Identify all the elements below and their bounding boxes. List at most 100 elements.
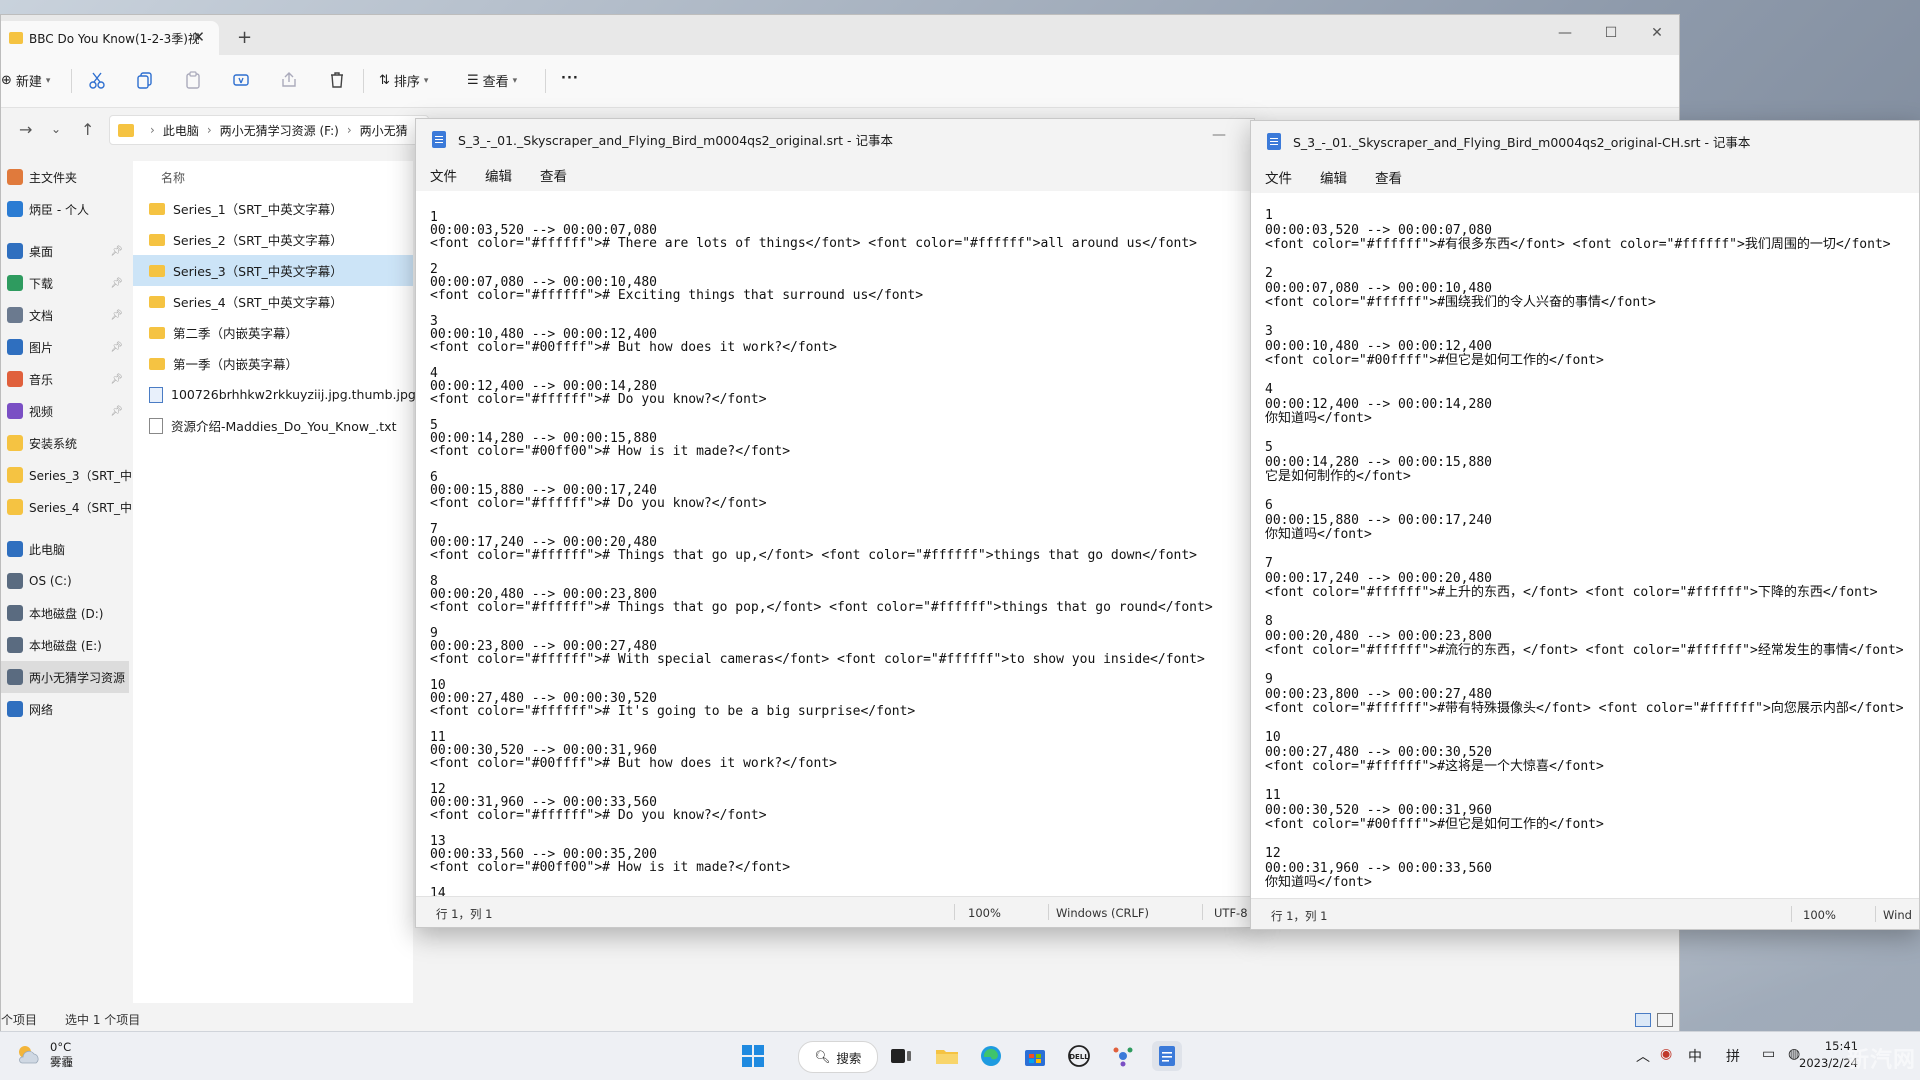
sort-label: 排序 <box>393 75 420 90</box>
encoding: UTF-8 <box>1214 906 1248 920</box>
videos-icon <box>7 403 23 419</box>
new-tab-icon[interactable]: + <box>237 27 252 48</box>
dell-taskbar-button[interactable]: DELL <box>1064 1041 1094 1071</box>
nav-item[interactable]: 此电脑 <box>1 533 129 565</box>
sort-button[interactable]: ⇅ 排序 ▾ <box>379 71 428 90</box>
store-icon <box>1025 1050 1045 1066</box>
minimize-button[interactable]: — <box>1553 25 1577 41</box>
nav-item[interactable]: 文档 📌︎ <box>1 299 129 331</box>
more-options-button[interactable]: ··· <box>561 71 579 86</box>
nav-item[interactable]: Series_4（SRT_中 <box>1 491 132 523</box>
breadcrumb-chevron-icon: › <box>206 123 212 137</box>
menu-view[interactable]: 查看 <box>540 165 567 185</box>
nav-item[interactable]: 主文件夹 <box>1 161 129 193</box>
nav-item-label: OS (C:) <box>29 574 72 588</box>
menu-edit[interactable]: 编辑 <box>485 165 512 185</box>
notepad-status-bar: 行 1，列 1 100% Windows (CRLF) UTF-8 <box>416 896 1254 927</box>
nav-item[interactable]: OS (C:) <box>1 565 129 597</box>
weather-temperature: 0°C <box>50 1040 72 1054</box>
weather-widget[interactable]: 0°C 雾霾 <box>14 1040 73 1070</box>
copy-icon[interactable] <box>135 70 155 90</box>
file-name: 第二季（内嵌英字幕） <box>173 326 299 341</box>
ime-language[interactable]: 中 <box>1688 1046 1702 1066</box>
file-row[interactable]: 第二季（内嵌英字幕） <box>133 317 413 348</box>
file-row[interactable]: 资源介绍-Maddies_Do_You_Know_.txt <box>133 410 413 441</box>
start-button[interactable] <box>738 1041 768 1071</box>
file-row[interactable]: Series_1（SRT_中英文字幕） <box>133 193 413 224</box>
file-row[interactable]: Series_2（SRT_中英文字幕） <box>133 224 413 255</box>
rename-icon[interactable] <box>231 70 251 90</box>
status-divider <box>1048 904 1049 920</box>
file-name: Series_1（SRT_中英文字幕） <box>173 202 343 217</box>
minimize-button[interactable]: — <box>1212 127 1226 143</box>
notepad-title: S_3_-_01._Skyscraper_and_Flying_Bird_m00… <box>1293 134 1751 150</box>
nav-item[interactable]: 网络 <box>1 693 129 725</box>
forward-arrow-icon[interactable]: → <box>19 120 32 139</box>
tiles-view-icon[interactable] <box>1657 1013 1673 1027</box>
edge-taskbar-button[interactable] <box>976 1041 1006 1071</box>
nav-item[interactable]: 本地磁盘 (E:) <box>1 629 129 661</box>
close-window-button[interactable]: ✕ <box>1645 25 1669 41</box>
status-divider <box>954 904 955 920</box>
nav-item[interactable]: 本地磁盘 (D:) <box>1 597 129 629</box>
close-tab-icon[interactable]: ✕ <box>192 28 205 46</box>
nav-item[interactable]: 音乐 📌︎ <box>1 363 129 395</box>
menu-file[interactable]: 文件 <box>1265 167 1292 187</box>
view-button[interactable]: ☰ 查看 ▾ <box>467 71 517 90</box>
pin-icon: 📌︎ <box>110 405 123 417</box>
file-explorer-taskbar-button[interactable] <box>932 1041 962 1071</box>
ime-mode[interactable]: 拼 <box>1726 1046 1740 1066</box>
maximize-button[interactable]: ☐ <box>1599 25 1623 41</box>
store-taskbar-button[interactable] <box>1020 1041 1050 1071</box>
paste-icon[interactable] <box>183 70 203 90</box>
tray-overflow-chevron-icon[interactable]: ︿ <box>1636 1046 1650 1066</box>
line-ending: Wind <box>1883 908 1912 922</box>
recent-dropdown-icon[interactable]: ⌄ <box>51 122 61 136</box>
nav-item[interactable]: 桌面 📌︎ <box>1 235 129 267</box>
taskbar-search[interactable]: 🔍︎ 搜索 <box>798 1041 878 1073</box>
notepad-taskbar-button[interactable] <box>1152 1041 1182 1071</box>
address-breadcrumb[interactable]: › 此电脑 › 两小无猜学习资源 (F:) › 两小无猜 <box>109 115 429 145</box>
file-row[interactable]: Series_4（SRT_中英文字幕） <box>133 286 413 317</box>
app-taskbar-button[interactable] <box>1108 1041 1138 1071</box>
file-row[interactable]: Series_3（SRT_中英文字幕） <box>133 255 413 286</box>
nav-item[interactable]: 两小无猜学习资源 <box>1 661 129 693</box>
share-icon[interactable] <box>279 70 299 90</box>
task-view-button[interactable] <box>886 1041 916 1071</box>
network-icon <box>7 701 23 717</box>
nav-item[interactable]: Series_3（SRT_中 <box>1 459 132 491</box>
file-row[interactable]: 100726brhhkw2rkkuyziij.jpg.thumb.jpg <box>133 379 416 410</box>
breadcrumb-item[interactable]: 此电脑 <box>163 122 199 139</box>
nav-item[interactable]: 炳臣 - 个人 <box>1 193 129 225</box>
display-tray-icon[interactable]: ▭ <box>1762 1046 1775 1062</box>
notepad-text-area[interactable]: 1 00:00:03,520 --> 00:00:07,080 <font co… <box>1251 193 1919 899</box>
folder-icon <box>149 264 165 277</box>
pin-icon: 📌︎ <box>110 277 123 289</box>
delete-icon[interactable] <box>327 70 347 90</box>
menu-file[interactable]: 文件 <box>430 165 457 185</box>
column-header-name[interactable]: 名称 <box>133 161 413 193</box>
documents-icon <box>7 307 23 323</box>
security-tray-icon[interactable]: ◉ <box>1660 1046 1672 1062</box>
chevron-down-icon: ▾ <box>512 75 518 86</box>
nav-item[interactable]: 下载 📌︎ <box>1 267 129 299</box>
nav-item[interactable]: 安装系统 <box>1 427 129 459</box>
drive-icon <box>7 637 23 653</box>
breadcrumb-item[interactable]: 两小无猜学习资源 (F:) <box>220 122 339 139</box>
menu-edit[interactable]: 编辑 <box>1320 167 1347 187</box>
nav-item[interactable]: 视频 📌︎ <box>1 395 129 427</box>
file-row[interactable]: 第一季（内嵌英字幕） <box>133 348 413 379</box>
breadcrumb-item[interactable]: 两小无猜 <box>360 122 408 139</box>
cut-icon[interactable] <box>87 70 107 90</box>
sort-icon: ⇅ <box>379 73 390 88</box>
folder-icon <box>118 123 134 137</box>
details-view-icon[interactable] <box>1635 1013 1651 1027</box>
explorer-tab[interactable]: BBC Do You Know(1-2-3季)视 ✕ <box>1 21 219 55</box>
notepad-text-area[interactable]: 1 00:00:03,520 --> 00:00:07,080 <font co… <box>416 191 1254 897</box>
new-button[interactable]: ⊕ 新建 ▾ <box>1 71 50 90</box>
nav-item-label: 图片 <box>29 340 54 355</box>
nav-item[interactable]: 图片 📌︎ <box>1 331 129 363</box>
menu-view[interactable]: 查看 <box>1375 167 1402 187</box>
tab-title: BBC Do You Know(1-2-3季)视 <box>29 31 199 46</box>
up-arrow-icon[interactable]: ↑ <box>81 120 94 139</box>
